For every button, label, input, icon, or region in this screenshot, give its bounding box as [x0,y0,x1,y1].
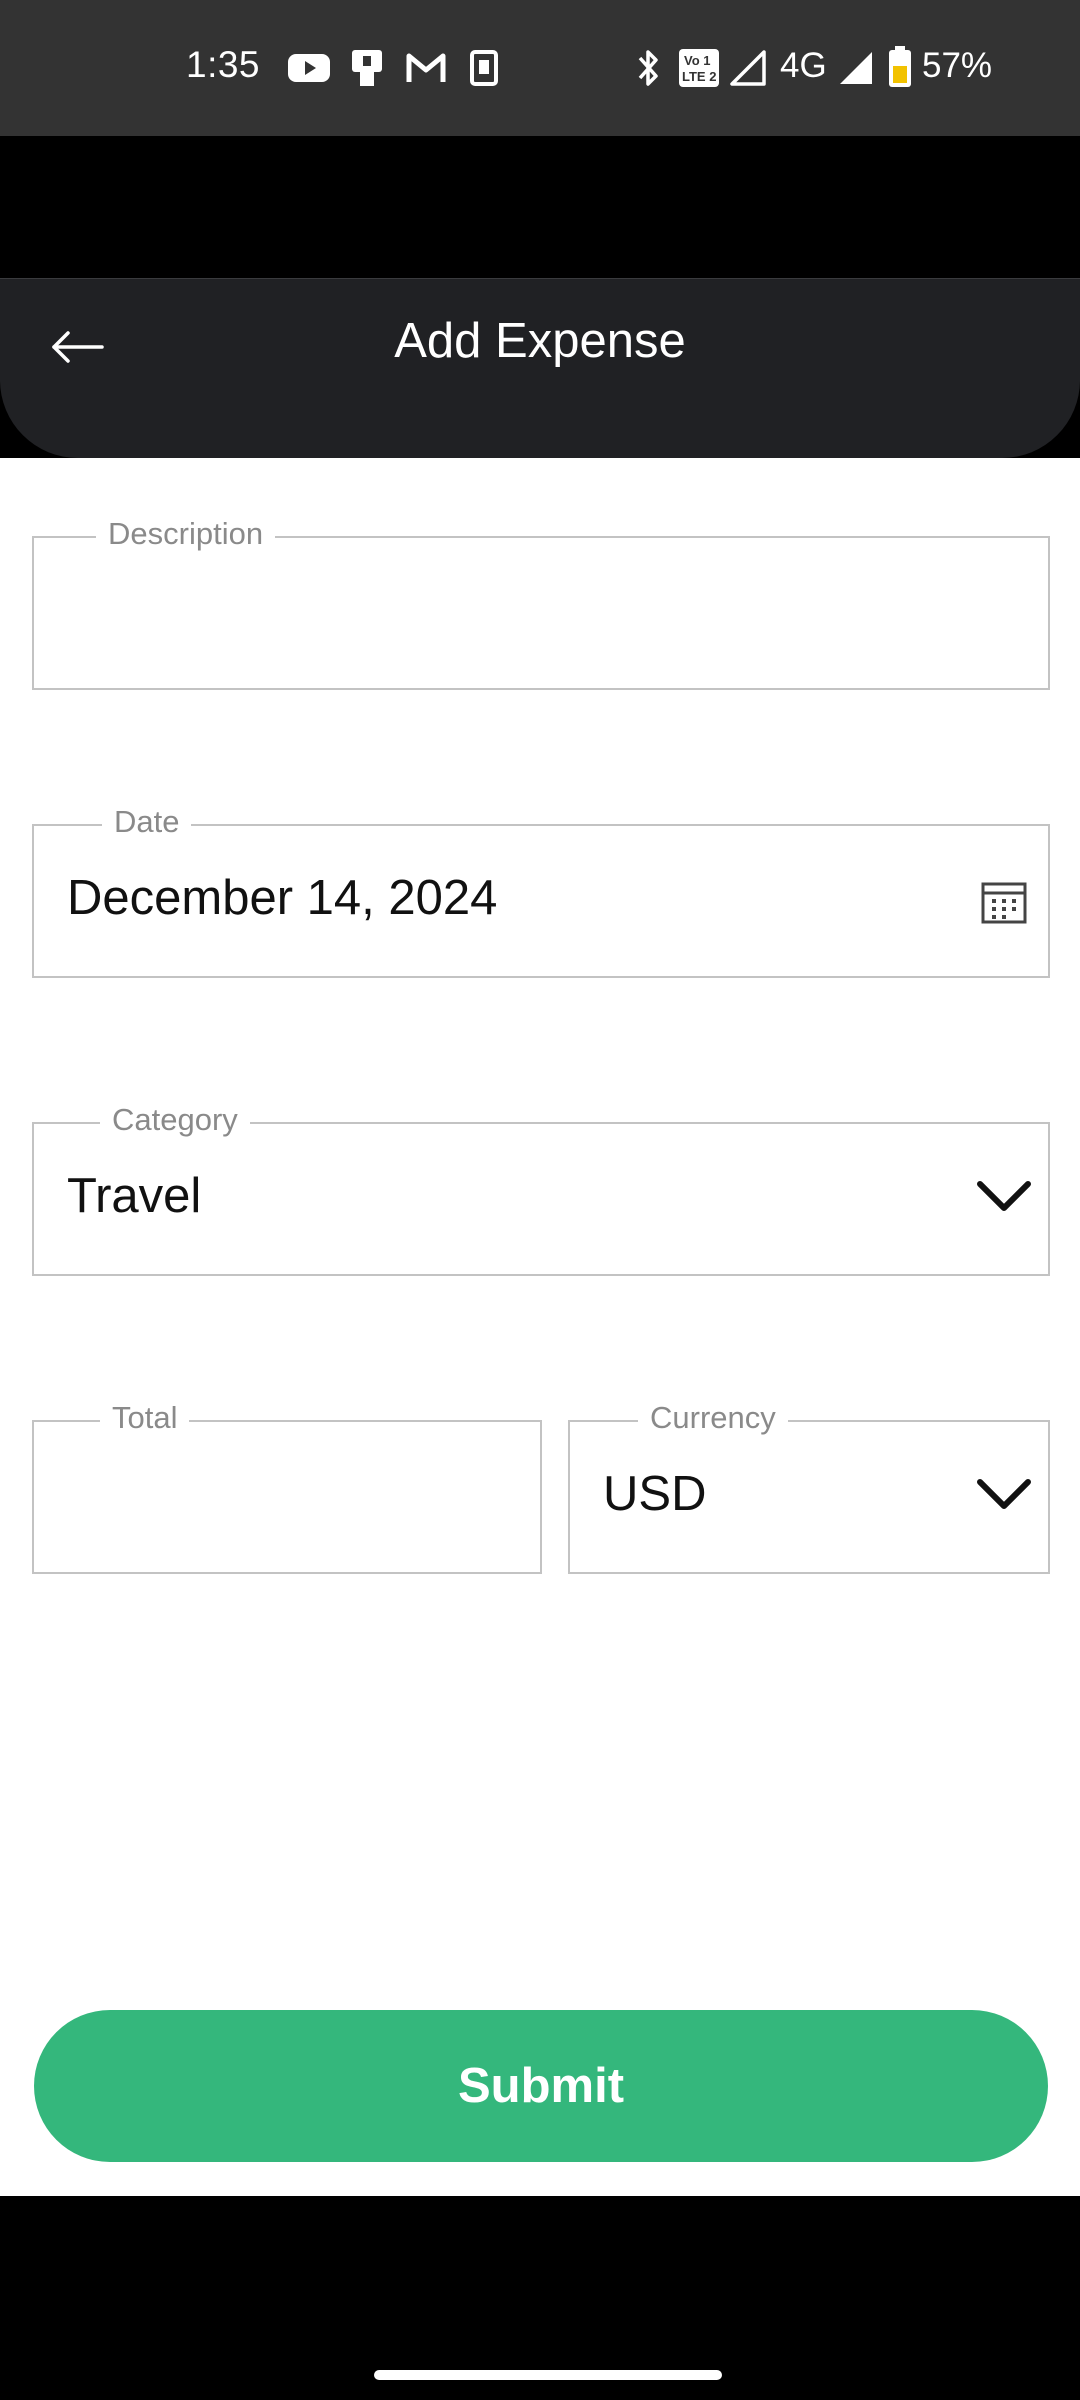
battery-percent: 57% [922,46,993,85]
currency-dropdown[interactable]: Currency USD [568,1398,1050,1574]
expense-form: Description Date December 14, 2024 Categ… [0,458,1080,2196]
total-field[interactable]: Total [32,1398,542,1574]
status-bar: 1:35 Vo 1 LTE 2 4G 57% [0,0,1080,136]
clipboard-icon [352,50,382,86]
description-field[interactable]: Description [32,514,1050,690]
chevron-down-icon[interactable] [976,1474,1032,1514]
date-label: Date [102,802,192,842]
category-dropdown[interactable]: Category Travel [32,1100,1050,1276]
sim-card-icon [470,50,498,86]
gmail-icon [406,53,446,82]
chevron-down-icon[interactable] [976,1176,1032,1216]
svg-text:Vo 1: Vo 1 [684,53,711,68]
signal-icon [840,52,872,84]
total-input[interactable] [34,1422,540,1572]
top-spacer [0,136,1080,278]
category-value: Travel [67,1169,202,1223]
youtube-icon [288,54,330,82]
submit-button[interactable]: Submit [34,2010,1048,2162]
network-type: 4G [780,46,827,85]
volte-icon: Vo 1 LTE 2 [679,49,719,87]
app-header: Add Expense [0,278,1080,458]
page-title: Add Expense [394,314,686,368]
status-time: 1:35 [186,44,261,85]
signal-icon [730,50,766,86]
currency-label: Currency [638,1398,788,1438]
bluetooth-icon [638,50,658,86]
description-input[interactable] [34,538,1048,688]
date-value: December 14, 2024 [67,871,498,925]
category-label: Category [100,1100,250,1140]
battery-icon [889,46,911,87]
currency-value: USD [603,1467,707,1521]
svg-text:LTE 2: LTE 2 [682,69,716,84]
home-indicator[interactable] [374,2370,722,2380]
date-field[interactable]: Date December 14, 2024 [32,802,1050,978]
calendar-icon[interactable] [980,878,1028,926]
